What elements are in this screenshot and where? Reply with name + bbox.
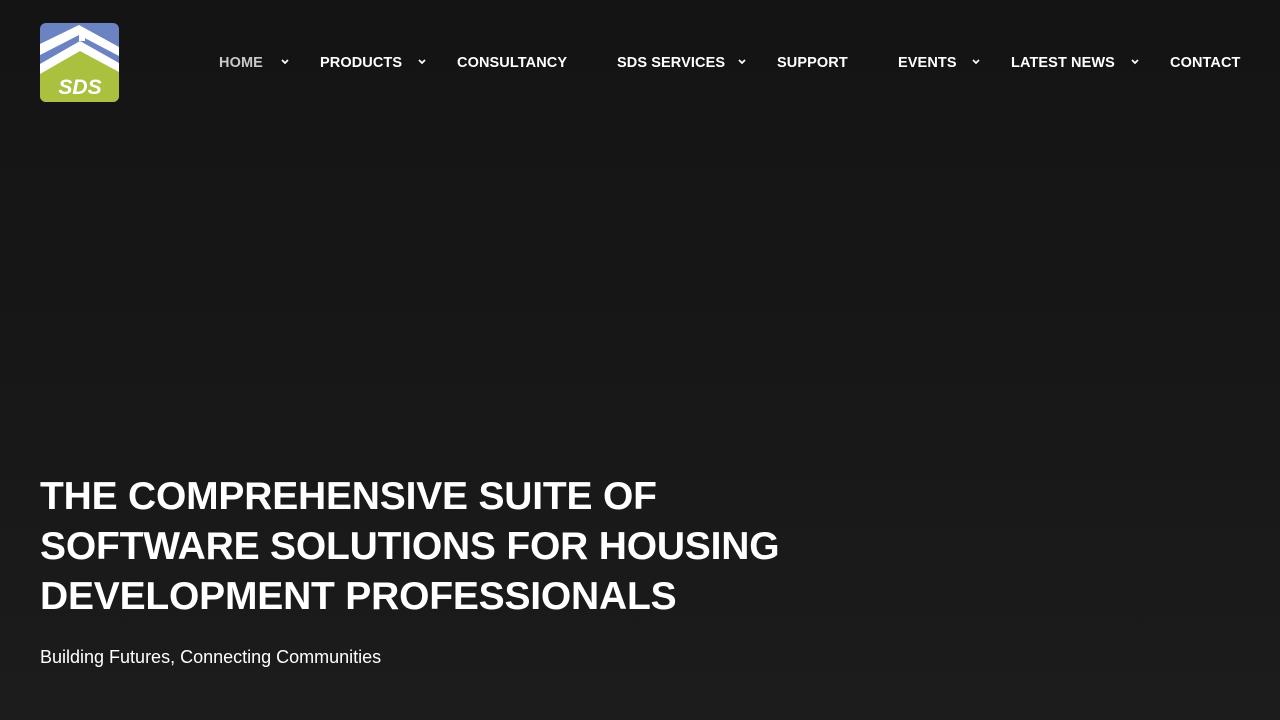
site-header: SDS HOME PRODUCTS CONSULTANCY SDS SERVIC… <box>0 0 1280 125</box>
nav-events[interactable]: EVENTS <box>898 52 957 74</box>
hero-tagline: Building Futures, Connecting Communities <box>40 647 382 667</box>
hero-title-line: SOFTWARE SOLUTIONS FOR HOUSING <box>40 525 780 568</box>
nav-contact-label: CONTACT <box>1170 55 1241 71</box>
hero-title: THE COMPREHENSIVE SUITE OF SOFTWARE SOLU… <box>40 472 840 622</box>
nav-consultancy-label: CONSULTANCY <box>457 55 568 71</box>
nav-products-label: PRODUCTS <box>320 55 403 71</box>
chevron-down-icon[interactable] <box>416 56 428 68</box>
nav-home-label: HOME <box>219 55 263 71</box>
chevron-down-icon[interactable] <box>736 56 748 68</box>
chevron-down-icon[interactable] <box>1129 56 1141 68</box>
hero-title-line: DEVELOPMENT PROFESSIONALS <box>40 575 677 618</box>
chevron-down-icon[interactable] <box>970 56 982 68</box>
hero-section: THE COMPREHENSIVE SUITE OF SOFTWARE SOLU… <box>40 472 840 669</box>
nav-products[interactable]: PRODUCTS <box>320 52 402 74</box>
nav-consultancy[interactable]: CONSULTANCY <box>457 52 567 74</box>
chevron-down-icon[interactable] <box>279 56 291 68</box>
nav-sds-services-label: SDS SERVICES <box>617 55 726 71</box>
nav-contact[interactable]: CONTACT <box>1170 52 1241 74</box>
logo-text: SDS <box>58 76 101 99</box>
main-nav: HOME PRODUCTS CONSULTANCY SDS SERVICES S… <box>0 52 1280 74</box>
nav-latest-news[interactable]: LATEST NEWS <box>1011 52 1115 74</box>
nav-home[interactable]: HOME <box>219 52 263 74</box>
nav-support[interactable]: SUPPORT <box>777 52 848 74</box>
nav-latest-news-label: LATEST NEWS <box>1011 55 1115 71</box>
hero-title-line: THE COMPREHENSIVE SUITE OF <box>40 475 657 518</box>
nav-support-label: SUPPORT <box>777 55 848 71</box>
nav-sds-services[interactable]: SDS SERVICES <box>617 52 725 74</box>
nav-events-label: EVENTS <box>898 55 957 71</box>
